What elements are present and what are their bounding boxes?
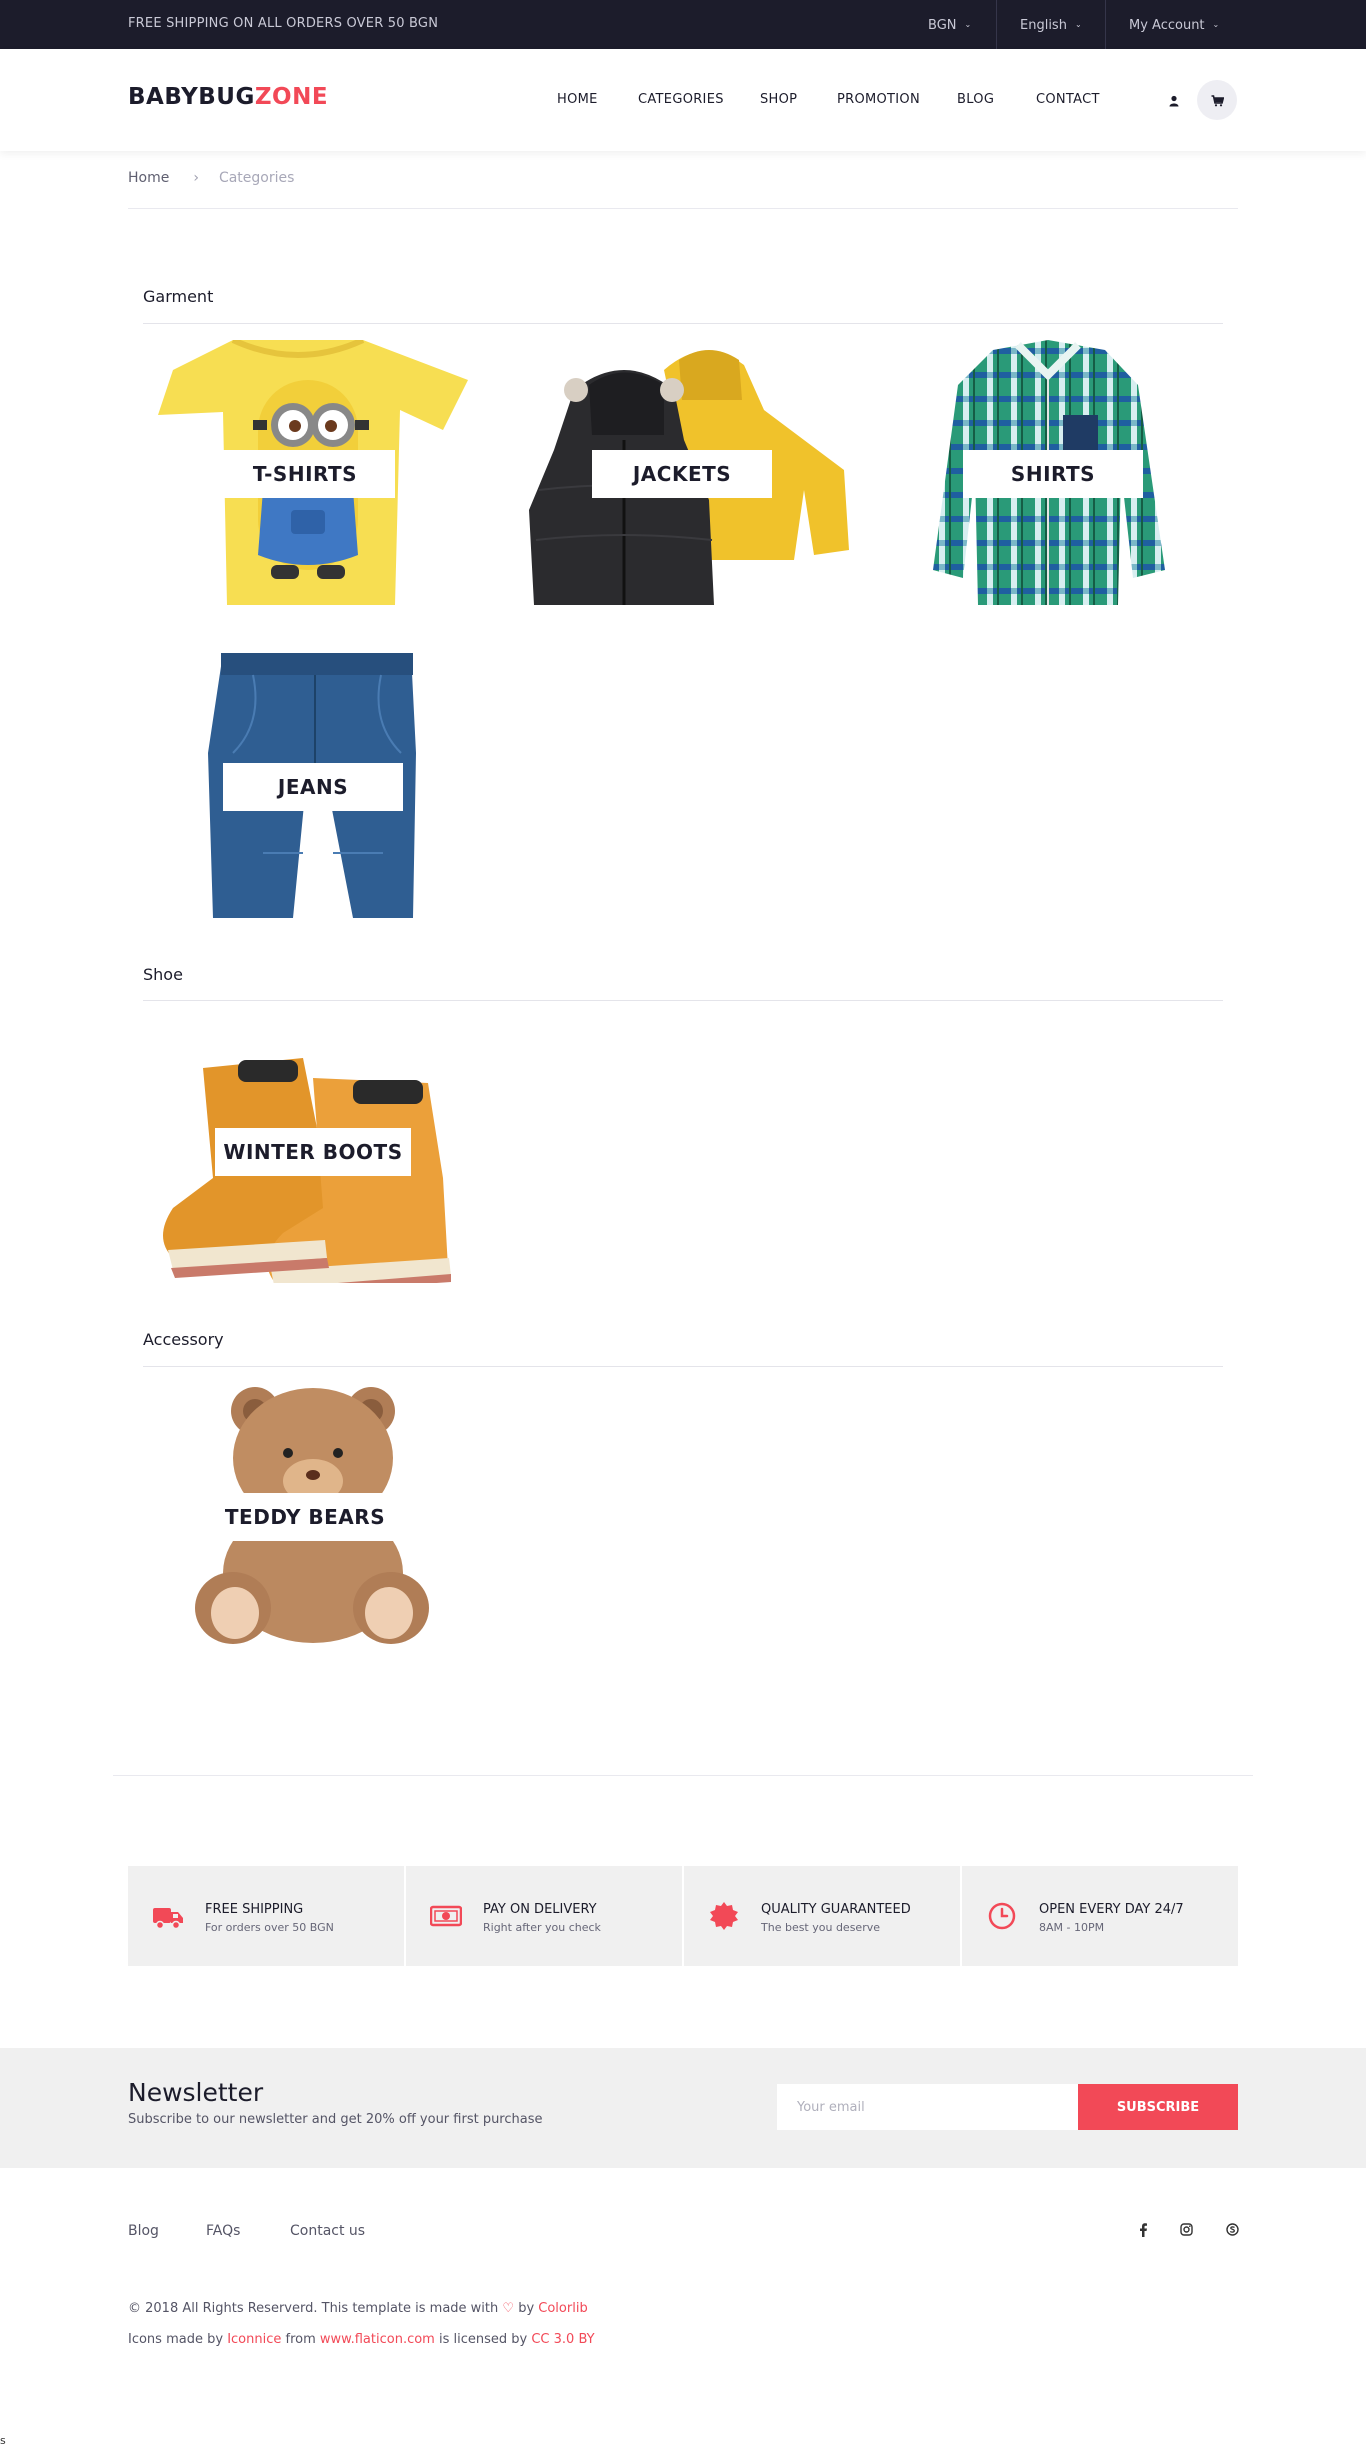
newsletter-title: Newsletter (128, 2078, 264, 2107)
icons-from-text: from (285, 2332, 316, 2347)
language-label: English (1020, 18, 1067, 33)
language-select[interactable]: English ⌄ (1020, 0, 1082, 49)
feature-subtitle: For orders over 50 BGN (205, 1921, 334, 1934)
feature-pay-on-delivery: PAY ON DELIVERY Right after you check (406, 1866, 682, 1966)
truck-icon (153, 1908, 183, 1930)
feature-subtitle: The best you deserve (761, 1921, 881, 1934)
divider (128, 208, 1238, 209)
cart-icon[interactable] (1197, 80, 1237, 120)
currency-select[interactable]: BGN ⌄ (928, 0, 971, 49)
subscribe-button[interactable]: SUBSCRIBE (1078, 2084, 1238, 2130)
chevron-down-icon: ⌄ (1212, 20, 1220, 29)
feature-quality-guaranteed: QUALITY GUARANTEED The best you deserve (684, 1866, 960, 1966)
category-label: TEDDY BEARS (215, 1493, 395, 1541)
feature-subtitle: Right after you check (483, 1921, 601, 1934)
nav-shop[interactable]: SHOP (760, 92, 797, 107)
section-divider (143, 1366, 1223, 1367)
user-icon[interactable] (1154, 80, 1194, 120)
icons-credit-line: Icons made by Iconnice from www.flaticon… (128, 2332, 595, 2347)
category-label: JACKETS (592, 450, 772, 498)
section-divider (143, 323, 1223, 324)
feature-title: PAY ON DELIVERY (483, 1902, 597, 1917)
feature-title: FREE SHIPPING (205, 1902, 304, 1917)
breadcrumb-current: Categories (218, 170, 295, 186)
section-title-accessory: Accessory (143, 1330, 224, 1349)
category-label: T-SHIRTS (215, 450, 395, 498)
section-divider (143, 1000, 1223, 1001)
stray-text: s (0, 2434, 6, 2447)
divider (996, 0, 997, 49)
feature-free-shipping: FREE SHIPPING For orders over 50 BGN (128, 1866, 404, 1966)
category-card-teddy-bears[interactable]: TEDDY BEARS (143, 1383, 483, 1648)
breadcrumb-home[interactable]: Home (128, 170, 169, 186)
iconnice-link[interactable]: Iconnice (227, 2332, 281, 2347)
shipping-promo: FREE SHIPPING ON ALL ORDERS OVER 50 BGN (128, 16, 439, 31)
category-label: WINTER BOOTS (215, 1128, 411, 1176)
account-label: My Account (1129, 18, 1205, 33)
logo-accent: ZONE (254, 84, 329, 110)
newsletter-email-input[interactable] (777, 2084, 1078, 2130)
money-icon (430, 1905, 462, 1927)
category-card-t-shirts[interactable]: T-SHIRTS (143, 340, 483, 605)
icons-credit-text: Icons made by (128, 2332, 224, 2347)
category-card-shirts[interactable]: SHIRTS (883, 340, 1223, 605)
category-label: SHIRTS (963, 450, 1143, 498)
features-strip: FREE SHIPPING For orders over 50 BGN PAY… (128, 1866, 1238, 1966)
site-logo[interactable]: BABYBUGZONE (128, 84, 328, 110)
chevron-down-icon: ⌄ (1074, 20, 1082, 29)
currency-label: BGN (928, 18, 957, 33)
category-card-winter-boots[interactable]: WINTER BOOTS (143, 1018, 483, 1283)
category-card-jackets[interactable]: JACKETS (514, 340, 854, 605)
colorlib-link[interactable]: Colorlib (538, 2301, 587, 2316)
nav-contact[interactable]: CONTACT (1036, 92, 1100, 107)
breadcrumb: Home › Categories (128, 170, 294, 186)
feature-open-every-day: OPEN EVERY DAY 24/7 8AM - 10PM (962, 1866, 1238, 1966)
breadcrumb-separator: › (193, 170, 199, 186)
nav-categories[interactable]: CATEGORIES (638, 92, 724, 107)
chevron-down-icon: ⌄ (964, 20, 972, 29)
license-link[interactable]: CC 3.0 BY (531, 2332, 594, 2347)
nav-promotion[interactable]: PROMOTION (837, 92, 920, 107)
feature-subtitle: 8AM - 10PM (1039, 1921, 1105, 1934)
section-title-shoe: Shoe (143, 965, 183, 984)
divider (113, 1775, 1253, 1776)
copyright-text: © 2018 All Rights Reserverd. This templa… (128, 2301, 499, 2316)
nav-home[interactable]: HOME (557, 92, 598, 107)
instagram-icon[interactable] (1176, 2220, 1196, 2240)
top-bar: FREE SHIPPING ON ALL ORDERS OVER 50 BGN … (0, 0, 1366, 49)
copyright-line: © 2018 All Rights Reserverd. This templa… (128, 2301, 588, 2316)
site-header: BABYBUGZONE HOME CATEGORIES SHOP PROMOTI… (0, 49, 1366, 151)
copyright-by: by (518, 2301, 535, 2316)
clock-icon (988, 1902, 1016, 1930)
facebook-icon[interactable] (1133, 2220, 1153, 2240)
section-title-garment: Garment (143, 287, 214, 306)
skype-icon[interactable] (1222, 2220, 1242, 2240)
feature-title: OPEN EVERY DAY 24/7 (1039, 1902, 1184, 1917)
footer-link-faqs[interactable]: FAQs (206, 2223, 240, 2239)
feature-title: QUALITY GUARANTEED (761, 1902, 911, 1917)
flaticon-link[interactable]: www.flaticon.com (320, 2332, 435, 2347)
footer-link-blog[interactable]: Blog (128, 2223, 159, 2239)
category-label: JEANS (223, 763, 403, 811)
my-account-menu[interactable]: My Account ⌄ (1129, 0, 1219, 49)
category-card-jeans[interactable]: JEANS (143, 653, 483, 918)
newsletter-subtitle: Subscribe to our newsletter and get 20% … (128, 2112, 543, 2127)
heart-icon: ♡ (502, 2301, 515, 2316)
badge-icon (710, 1902, 738, 1930)
nav-blog[interactable]: BLOG (957, 92, 994, 107)
footer-link-contact[interactable]: Contact us (290, 2223, 365, 2239)
divider (1105, 0, 1106, 49)
logo-main: BABYBUG (128, 84, 255, 110)
icons-licensed-text: is licensed by (438, 2332, 528, 2347)
newsletter-section: Newsletter Subscribe to our newsletter a… (0, 2048, 1366, 2168)
